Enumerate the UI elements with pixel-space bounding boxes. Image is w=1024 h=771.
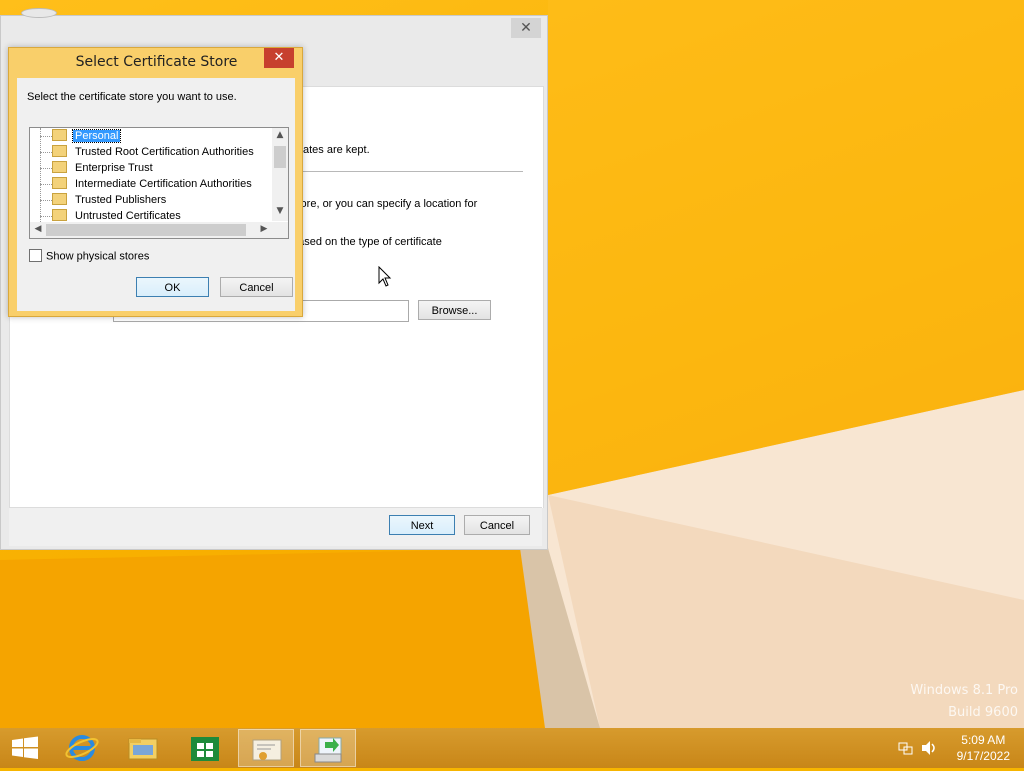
- file-explorer-icon: [128, 738, 158, 760]
- taskbar-certificate-import-wizard[interactable]: [300, 729, 356, 767]
- start-icon: [12, 736, 38, 759]
- tree-item-label: Untrusted Certificates: [75, 210, 181, 222]
- wizard-partial-text-3: based on the type of certificate: [292, 236, 442, 248]
- tree-branch: [40, 152, 52, 153]
- show-physical-stores-checkbox[interactable]: Show physical stores: [29, 249, 150, 263]
- certificate-icon: [252, 739, 282, 761]
- tree-guide-line: [40, 128, 41, 224]
- wizard-close-button[interactable]: ✕: [511, 18, 541, 38]
- speaker-icon: [922, 741, 935, 755]
- taskbar-file-explorer[interactable]: [115, 729, 171, 767]
- certificate-import-wizard-icon: [314, 737, 342, 763]
- tree-item-label: Enterprise Trust: [75, 162, 153, 174]
- mouse-cursor-icon: [378, 266, 392, 287]
- scroll-down-icon[interactable]: ▼: [272, 206, 288, 216]
- folder-icon: [52, 193, 67, 206]
- wizard-partial-text-2: store, or you can specify a location for: [292, 198, 478, 210]
- tree-item-trusted-root[interactable]: Trusted Root Certification Authorities: [52, 144, 256, 160]
- taskbar-internet-explorer[interactable]: [54, 729, 110, 767]
- tree-item-trusted-publishers[interactable]: Trusted Publishers: [52, 192, 168, 208]
- dialog-title: Select Certificate Store: [75, 54, 238, 70]
- taskbar-clock[interactable]: 5:09 AM 9/17/2022: [957, 732, 1010, 764]
- scroll-corner: [272, 222, 288, 238]
- tree-item-label: Trusted Publishers: [75, 194, 167, 206]
- scroll-left-icon[interactable]: ◀: [30, 224, 46, 234]
- tree-item-personal[interactable]: Personal: [52, 128, 122, 144]
- taskbar-certificates[interactable]: [238, 729, 294, 767]
- folder-icon: [52, 209, 67, 222]
- scroll-thumb-horizontal[interactable]: [46, 224, 246, 236]
- tree-item-intermediate[interactable]: Intermediate Certification Authorities: [52, 176, 254, 192]
- ok-button[interactable]: OK: [136, 277, 209, 297]
- wizard-separator: [300, 171, 523, 172]
- wizard-title-icon: [21, 8, 57, 18]
- volume-icon[interactable]: [921, 740, 939, 760]
- dialog-close-button[interactable]: ✕: [264, 48, 294, 68]
- folder-icon: [52, 129, 67, 142]
- tree-branch: [40, 200, 52, 201]
- scroll-thumb[interactable]: [274, 146, 286, 168]
- scroll-right-icon[interactable]: ▶: [256, 224, 272, 234]
- windows-watermark: Windows 8.1 Pro Build 9600: [910, 680, 1018, 724]
- certificate-store-tree[interactable]: Personal Trusted Root Certification Auth…: [29, 127, 289, 239]
- show-physical-stores-label: Show physical stores: [46, 250, 150, 263]
- tree-horizontal-scrollbar[interactable]: ◀ ▶: [30, 222, 272, 238]
- clock-date: 9/17/2022: [956, 749, 1010, 763]
- internet-explorer-icon: [65, 735, 99, 761]
- checkbox-box[interactable]: [29, 249, 42, 262]
- folder-icon: [52, 177, 67, 190]
- taskbar: 5:09 AM 9/17/2022: [0, 728, 1024, 768]
- tree-item-label: Personal: [71, 129, 122, 143]
- folder-icon: [52, 161, 67, 174]
- network-icon-shape: [898, 742, 913, 755]
- watermark-edition: Windows 8.1 Pro: [910, 683, 1018, 698]
- wizard-footer: Next Cancel: [9, 507, 542, 546]
- clock-time: 5:09 AM: [961, 733, 1006, 747]
- tree-branch: [40, 136, 52, 137]
- watermark-build: Build 9600: [948, 705, 1018, 720]
- folder-icon: [52, 145, 67, 158]
- dialog-body: Select the certificate store you want to…: [17, 78, 295, 311]
- start-button[interactable]: [0, 729, 56, 767]
- scroll-up-icon[interactable]: ▲: [272, 130, 288, 140]
- wizard-cancel-button[interactable]: Cancel: [464, 515, 530, 535]
- network-icon[interactable]: [898, 740, 914, 760]
- store-icon: [191, 737, 219, 761]
- browse-button[interactable]: Browse...: [418, 300, 491, 320]
- tree-item-label: Intermediate Certification Authorities: [75, 178, 252, 190]
- tree-item-label: Trusted Root Certification Authorities: [75, 146, 254, 158]
- tree-branch: [40, 168, 52, 169]
- tree-vertical-scrollbar[interactable]: ▲ ▼: [272, 128, 288, 221]
- dialog-cancel-button[interactable]: Cancel: [220, 277, 293, 297]
- tree-item-enterprise-trust[interactable]: Enterprise Trust: [52, 160, 155, 176]
- taskbar-store[interactable]: [177, 729, 233, 767]
- next-button[interactable]: Next: [389, 515, 455, 535]
- dialog-prompt: Select the certificate store you want to…: [27, 91, 237, 103]
- tree-branch: [40, 184, 52, 185]
- wizard-partial-text-1: ficates are kept.: [292, 144, 370, 156]
- tree-branch: [40, 216, 52, 217]
- select-certificate-store-dialog: Select Certificate Store ✕ Select the ce…: [8, 47, 303, 317]
